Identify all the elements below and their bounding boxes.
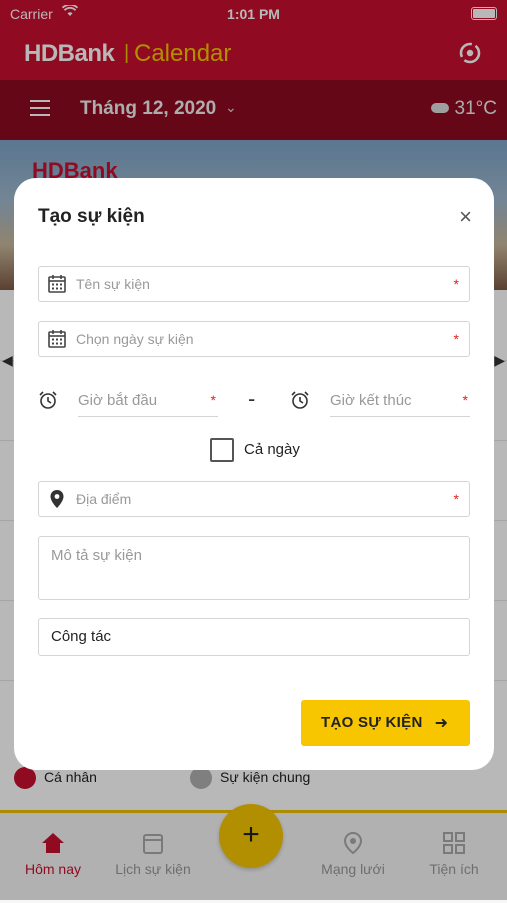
dialog-title: Tạo sự kiện [38,206,145,227]
alarm-clock-icon [291,391,309,409]
start-time-placeholder: Giờ bắt đầu [78,392,158,409]
event-date-placeholder: Chọn ngày sự kiện [76,331,194,347]
create-event-button[interactable]: TẠO SỰ KIỆN ➜ [301,700,470,746]
all-day-checkbox[interactable] [210,438,234,462]
location-pin-icon [50,490,64,508]
alarm-clock-icon [39,391,57,409]
close-icon[interactable]: × [459,206,472,228]
description-textarea[interactable]: Mô tả sự kiện [38,536,470,600]
start-time-input[interactable]: Giờ bắt đầu * [78,386,218,417]
category-value: Công tác [51,628,112,645]
required-mark: * [462,392,468,408]
end-time-placeholder: Giờ kết thúc [330,392,412,409]
create-event-label: TẠO SỰ KIỆN [321,714,423,731]
end-time-input[interactable]: Giờ kết thúc * [330,386,470,417]
required-mark: * [210,392,216,408]
event-date-input[interactable]: Chọn ngày sự kiện * [38,321,470,357]
category-select[interactable]: Công tác [38,618,470,656]
calendar-icon [48,275,66,293]
event-name-placeholder: Tên sự kiện [76,276,150,292]
create-event-dialog: Tạo sự kiện × Tên sự kiện * Chọn ngày sự… [14,178,494,770]
all-day-label: Cả ngày [244,441,300,458]
required-mark: * [453,276,459,292]
required-mark: * [453,491,459,507]
time-separator: - [248,386,256,411]
arrow-right-icon: ➜ [434,715,448,732]
calendar-icon [48,330,66,348]
description-placeholder: Mô tả sự kiện [51,547,142,564]
required-mark: * [453,331,459,347]
event-name-input[interactable]: Tên sự kiện * [38,266,470,302]
location-placeholder: Địa điểm [76,491,132,507]
location-input[interactable]: Địa điểm * [38,481,470,517]
